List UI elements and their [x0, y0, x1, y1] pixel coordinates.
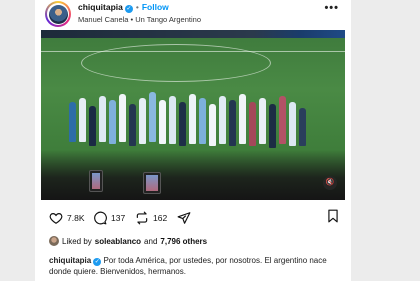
liker-avatar[interactable]: [49, 236, 59, 246]
comment-icon: [94, 211, 107, 225]
player: [169, 96, 176, 144]
player: [69, 102, 76, 142]
audio-label[interactable]: Manuel Canela • Un Tango Argentino: [78, 15, 201, 24]
header-top-line: chiquitapia ✓ • Follow: [78, 2, 169, 13]
save-button[interactable]: [327, 209, 339, 228]
repost-icon: [136, 211, 148, 225]
player: [209, 104, 216, 146]
player: [239, 94, 246, 144]
player: [269, 104, 276, 148]
send-icon: [177, 212, 191, 224]
crowd-foreground: [41, 150, 345, 200]
heart-icon: [49, 213, 63, 224]
player: [79, 98, 86, 142]
action-bar: 7.8K 137 162: [35, 209, 351, 229]
player: [159, 100, 166, 144]
comment-count: 137: [111, 213, 126, 223]
like-count: 7.8K: [67, 213, 85, 223]
player: [139, 98, 146, 144]
pitch-marking: [41, 32, 345, 52]
likes-summary: Liked by soleablanco and 7,796 others: [49, 236, 207, 246]
post-caption: chiquitapia ✓ Por toda América, por usted…: [49, 255, 345, 277]
comment-button[interactable]: 137: [93, 209, 125, 227]
repost-count: 162: [153, 213, 168, 223]
more-options-button[interactable]: •••: [324, 2, 339, 14]
likes-others-link[interactable]: 7,796 others: [160, 237, 207, 246]
post-video[interactable]: 🔇: [41, 30, 345, 200]
liker-username[interactable]: soleablanco: [95, 237, 141, 246]
player: [179, 102, 186, 146]
avatar[interactable]: [45, 1, 71, 27]
player: [149, 92, 156, 142]
player: [129, 104, 136, 146]
player: [109, 100, 116, 144]
player: [279, 96, 286, 144]
phone-in-crowd: [89, 170, 103, 192]
player: [299, 108, 306, 146]
player: [119, 94, 126, 142]
post-header: chiquitapia ✓ • Follow Manuel Canela • Un T…: [35, 0, 351, 30]
player: [249, 102, 256, 146]
player: [99, 96, 106, 142]
separator: •: [135, 2, 139, 12]
likes-prefix: Liked by: [62, 236, 92, 246]
repost-button[interactable]: 162: [135, 209, 167, 227]
player: [219, 96, 226, 144]
post-username[interactable]: chiquitapia: [78, 2, 123, 12]
player: [289, 102, 296, 146]
bookmark-icon: [328, 209, 338, 223]
player: [199, 98, 206, 144]
phone-in-crowd: [143, 172, 161, 194]
player: [259, 98, 266, 144]
verified-badge-icon: ✓: [124, 5, 133, 13]
player: [189, 94, 196, 144]
post-card: chiquitapia ✓ • Follow Manuel Canela • Un T…: [35, 0, 351, 281]
follow-button[interactable]: Follow: [142, 2, 169, 12]
caption-username[interactable]: chiquitapia: [49, 256, 91, 265]
like-button[interactable]: 7.8K: [49, 209, 85, 227]
player: [229, 100, 236, 146]
player: [89, 106, 96, 146]
likes-and: and: [144, 236, 158, 246]
verified-badge-icon: ✓: [93, 258, 102, 266]
share-button[interactable]: [177, 209, 191, 227]
speaker-muted-icon[interactable]: 🔇: [323, 176, 337, 190]
